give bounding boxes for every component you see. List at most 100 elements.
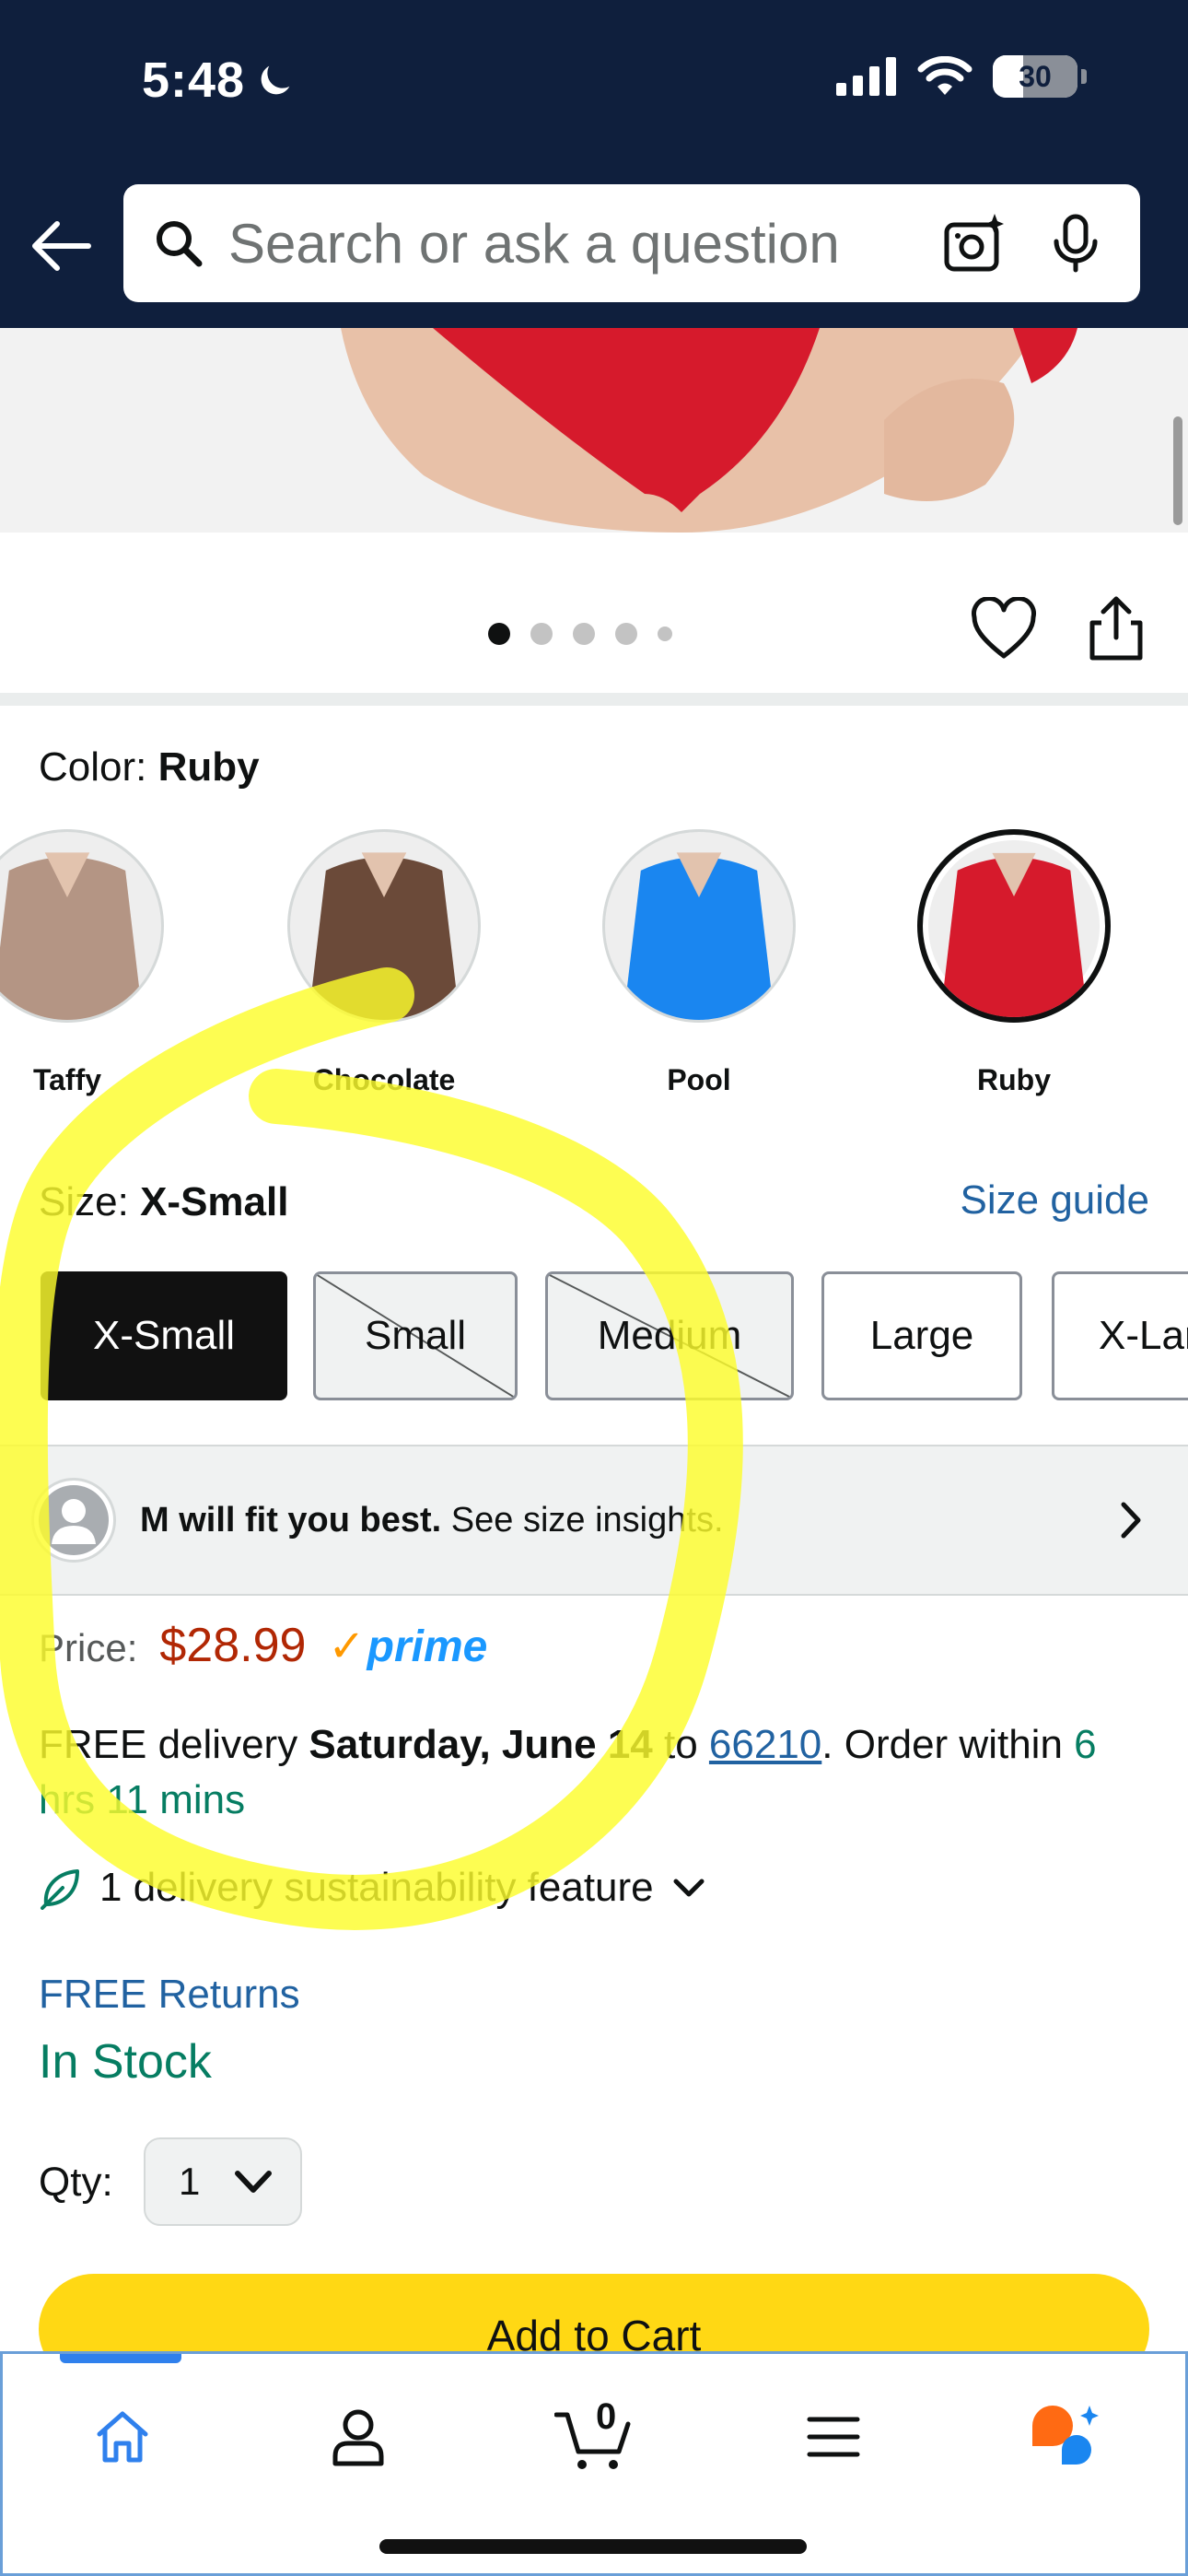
gallery-dot[interactable]: [615, 623, 637, 645]
delivery-info: FREE delivery Saturday, June 14 to 66210…: [39, 1717, 1153, 1828]
section-divider: [0, 693, 1188, 706]
color-swatch-pool[interactable]: Pool: [602, 829, 796, 1097]
selected-color: Ruby: [157, 744, 260, 790]
person-icon: [332, 2409, 384, 2466]
delivery-zip-link[interactable]: 66210: [709, 1722, 821, 1767]
ai-assistant-icon: [1032, 2406, 1099, 2465]
home-icon: [97, 2411, 148, 2463]
size-option-small[interactable]: Small: [313, 1271, 518, 1400]
color-swatch-taffy[interactable]: Taffy: [0, 829, 164, 1097]
prime-badge: ✓ prime: [328, 1621, 487, 1672]
order-within-text: . Order within: [821, 1722, 1075, 1767]
see-size-insights: See size insights.: [450, 1500, 724, 1540]
quantity-label: Qty:: [39, 2160, 113, 2205]
size-option-label: X-Small: [92, 1313, 236, 1358]
chevron-right-icon: [1121, 1502, 1141, 1539]
battery-cap: [1081, 69, 1087, 84]
time-text: 5:48: [142, 53, 246, 108]
swatch-image: [602, 829, 796, 1023]
status-time: 5:48: [142, 52, 297, 109]
color-swatch-chocolate[interactable]: Chocolate: [287, 829, 481, 1097]
size-option-label: Medium: [597, 1313, 742, 1358]
nav-home[interactable]: [76, 2391, 169, 2483]
gallery-dot[interactable]: [573, 623, 595, 645]
battery-icon: 30: [993, 55, 1077, 98]
product-image[interactable]: [0, 328, 1188, 533]
camera-sparkle-icon: [944, 214, 1004, 272]
quantity-select[interactable]: 1: [144, 2137, 302, 2226]
size-option-label: Small: [364, 1313, 467, 1358]
size-guide-link[interactable]: Size guide: [961, 1177, 1149, 1224]
delivery-prefix: FREE delivery: [39, 1722, 309, 1767]
swatch-label: Ruby: [977, 1063, 1051, 1096]
size-option-large[interactable]: Large: [821, 1271, 1022, 1400]
gallery-dot[interactable]: [488, 623, 510, 645]
search-placeholder: Search or ask a question: [228, 212, 840, 275]
fit-insight-text: M will fit you best. See size insights.: [140, 1501, 1112, 1540]
chevron-down-icon: [235, 2171, 272, 2193]
moon-icon: [261, 65, 290, 95]
nav-account[interactable]: [312, 2391, 404, 2483]
nav-rufus-assistant[interactable]: [1019, 2391, 1112, 2483]
size-label: Size: X-Small: [39, 1179, 288, 1225]
hamburger-menu-icon: [807, 2417, 860, 2457]
camera-search-button[interactable]: [938, 206, 1011, 280]
swatch-image: [0, 829, 164, 1023]
swatch-label: Taffy: [32, 1063, 102, 1096]
nav-active-indicator: [60, 2354, 181, 2363]
search-input[interactable]: Search or ask a question: [123, 184, 1140, 302]
sustainability-label: 1 delivery sustainability feature: [99, 1865, 654, 1910]
nav-cart[interactable]: 0: [548, 2391, 640, 2483]
share-icon[interactable]: [1083, 595, 1149, 662]
battery-level: 30: [1019, 59, 1052, 93]
leaf-icon: [41, 1869, 79, 1910]
prime-check-icon: ✓: [328, 1622, 366, 1671]
cellular-signal-icon: [836, 57, 896, 96]
swatch-label: Pool: [667, 1063, 731, 1096]
heart-icon[interactable]: [971, 597, 1037, 663]
search-icon: [157, 221, 203, 267]
back-arrow-icon[interactable]: [28, 214, 92, 278]
selected-size: X-Small: [140, 1179, 289, 1224]
size-option-x-small[interactable]: X-Small: [41, 1271, 287, 1400]
microphone-icon: [1054, 214, 1098, 273]
size-insights-banner[interactable]: M will fit you best. See size insights.: [0, 1445, 1188, 1596]
swatch-image: [287, 829, 481, 1023]
app-header: 5:48 30 Search or ask a question: [0, 0, 1188, 328]
fit-recommendation: M will fit you best.: [140, 1500, 442, 1540]
price-amount: $28.99: [159, 1619, 307, 1672]
color-label-text: Color:: [39, 744, 147, 790]
cart-count: 0: [596, 2396, 617, 2437]
price-row: Price: $28.99 ✓ prime: [39, 1618, 487, 1673]
status-indicators: 30: [836, 55, 1087, 98]
voice-search-button[interactable]: [1039, 206, 1112, 280]
sustainability-toggle[interactable]: 1 delivery sustainability feature: [39, 1865, 707, 1911]
stock-status: In Stock: [39, 2035, 212, 2089]
size-option-medium[interactable]: Medium: [545, 1271, 794, 1400]
user-silhouette-icon: [39, 1485, 109, 1555]
gallery-controls: [0, 549, 1188, 697]
product-photo-crop: [0, 328, 1188, 533]
page-scrollbar[interactable]: [1173, 416, 1182, 525]
cart-icon: [554, 2412, 631, 2469]
swatch-label: Chocolate: [312, 1063, 456, 1096]
prime-text: prime: [367, 1622, 488, 1671]
wifi-icon: [917, 56, 973, 95]
size-option-x-large[interactable]: X-Large: [1052, 1271, 1188, 1400]
free-returns-link[interactable]: FREE Returns: [39, 1972, 300, 2018]
color-label: Color: Ruby: [39, 744, 260, 790]
swatch-image: [917, 829, 1111, 1023]
chevron-down-icon: [673, 1879, 705, 1897]
size-option-label: Large: [869, 1313, 974, 1358]
size-option-label: X-Large: [1099, 1313, 1188, 1358]
avatar: [31, 1478, 116, 1563]
gallery-pagination[interactable]: [488, 623, 672, 645]
nav-menu[interactable]: [787, 2391, 879, 2483]
delivery-to: to: [652, 1722, 709, 1767]
size-label-text: Size:: [39, 1179, 129, 1224]
delivery-date: Saturday, June 14: [309, 1722, 653, 1767]
home-indicator: [379, 2539, 807, 2554]
gallery-dot[interactable]: [530, 623, 553, 645]
color-swatch-ruby[interactable]: Ruby: [917, 829, 1111, 1097]
gallery-dot[interactable]: [658, 626, 672, 641]
